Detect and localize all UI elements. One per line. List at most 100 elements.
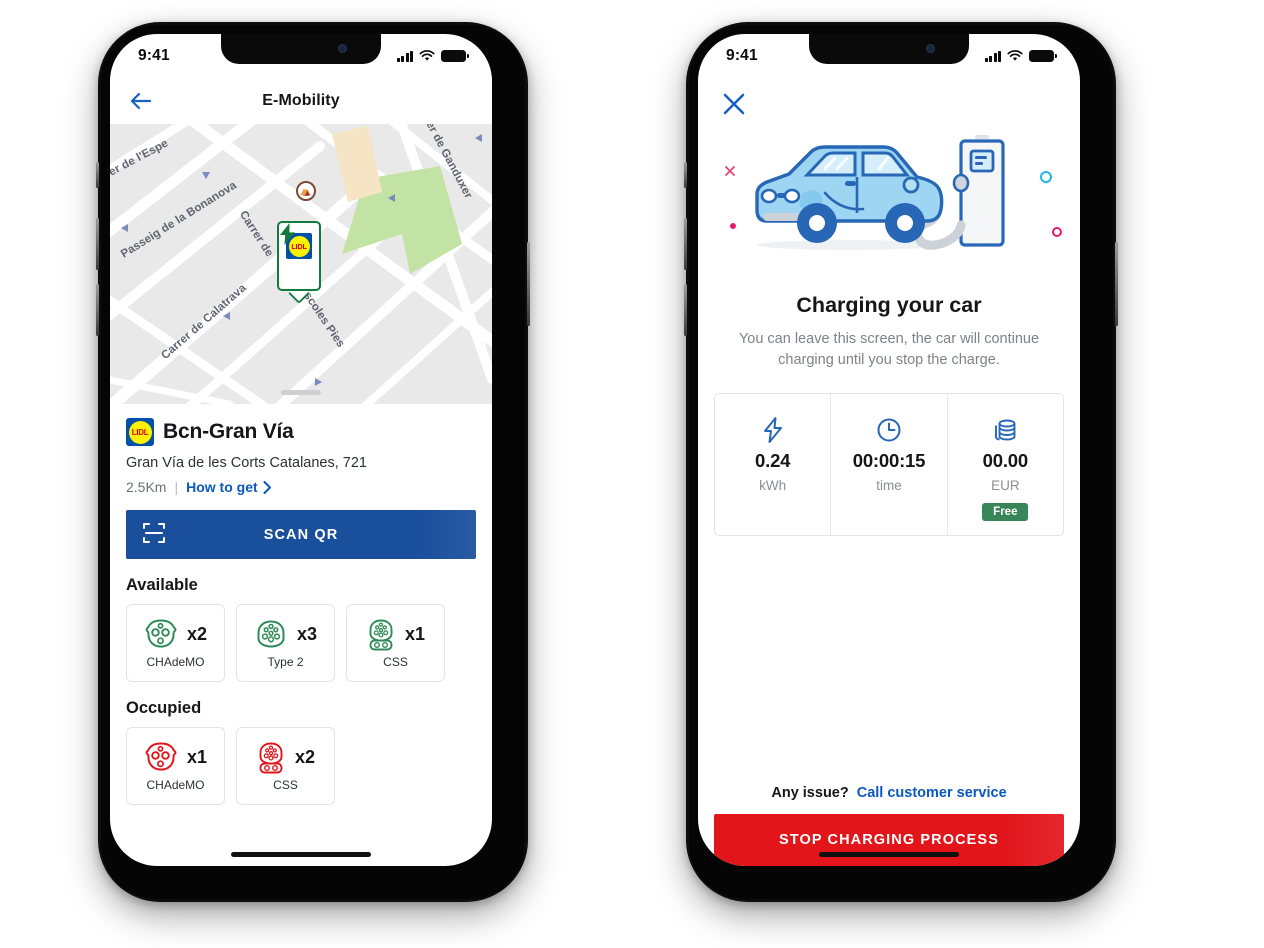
page-title: E-Mobility xyxy=(262,92,340,109)
occupied-connectors-row: x1 CHAdeMO x2 CSS xyxy=(126,727,476,805)
wifi-icon xyxy=(419,50,435,61)
issue-question: Any issue? xyxy=(771,785,849,801)
close-x-icon xyxy=(723,93,745,115)
clock-icon xyxy=(877,418,901,442)
connector-label: CSS xyxy=(273,777,298,792)
status-indicators xyxy=(396,50,469,62)
close-button[interactable] xyxy=(698,78,746,121)
stat-unit: time xyxy=(876,478,902,494)
mute-switch-button[interactable] xyxy=(684,162,687,188)
connector-top: x1 xyxy=(366,618,425,652)
charging-stats-card: 0.24 kWh 00:00:15 time 00.00 EUR Free xyxy=(714,393,1064,537)
stat-cost: 00.00 EUR Free xyxy=(946,394,1063,536)
type2-connector-icon xyxy=(257,619,285,648)
connector-card-ccs-available[interactable]: x1 CSS xyxy=(346,604,445,682)
connector-top: x3 xyxy=(254,618,317,652)
available-connectors-row: x2 CHAdeMO x3 Type 2 x1 CSS xyxy=(126,604,476,682)
cellular-signal-icon xyxy=(396,50,413,62)
volume-down-button[interactable] xyxy=(96,284,99,336)
connector-count: x1 xyxy=(404,624,426,644)
home-indicator[interactable] xyxy=(231,852,371,857)
sheet-drag-handle[interactable] xyxy=(281,390,321,395)
landmark-icon[interactable]: ⛺ xyxy=(296,181,316,201)
dot-pink-icon xyxy=(730,223,736,229)
lidl-logo-text: LIDL xyxy=(128,420,152,444)
stat-time: 00:00:15 time xyxy=(830,394,946,536)
chevron-right-icon xyxy=(263,480,271,494)
stop-charging-button[interactable]: STOP CHARGING PROCESS xyxy=(714,814,1064,866)
call-customer-service-link[interactable]: Call customer service xyxy=(857,785,1007,801)
home-indicator[interactable] xyxy=(819,852,959,857)
volume-up-button[interactable] xyxy=(684,218,687,270)
status-time: 9:41 xyxy=(726,47,758,64)
chademo-connector-icon xyxy=(145,741,177,771)
lidl-logo-icon: LIDL xyxy=(126,418,154,446)
phone-device-left: 9:41 E-Mobility er de l'Espe Passeig de … xyxy=(96,22,530,902)
free-badge: Free xyxy=(982,503,1029,522)
mute-switch-button[interactable] xyxy=(96,162,99,188)
how-to-get-link[interactable]: How to get xyxy=(186,479,272,495)
battery-icon xyxy=(1029,50,1057,62)
stat-unit: kWh xyxy=(759,478,787,494)
power-button[interactable] xyxy=(1115,242,1118,326)
ring-cyan-icon xyxy=(1040,171,1052,183)
connector-card-chademo-available[interactable]: x2 CHAdeMO xyxy=(126,604,225,682)
stat-value: 0.24 xyxy=(755,450,791,472)
phone-screen-right: 9:41 Charging your car You can leave thi… xyxy=(698,34,1080,866)
station-address: Gran Vía de les Corts Catalanes, 721 xyxy=(126,455,367,471)
status-time: 9:41 xyxy=(138,47,170,64)
phone-device-right: 9:41 Charging your car You can leave thi… xyxy=(684,22,1118,902)
connector-card-chademo-occupied[interactable]: x1 CHAdeMO xyxy=(126,727,225,805)
connector-top: x2 xyxy=(144,618,207,652)
station-header: LIDL Bcn-Gran Vía xyxy=(126,418,476,446)
how-to-get-label: How to get xyxy=(186,479,258,495)
wifi-icon xyxy=(1007,50,1023,61)
cross-mark-pink-icon xyxy=(725,166,735,176)
occupied-section-title: Occupied xyxy=(126,699,202,717)
stat-unit: EUR xyxy=(991,478,1020,494)
battery-icon xyxy=(441,50,469,62)
connector-card-type2-available[interactable]: x3 Type 2 xyxy=(236,604,335,682)
connector-top: x1 xyxy=(144,741,207,775)
connector-card-ccs-occupied[interactable]: x2 CSS xyxy=(236,727,335,805)
pin-body: LIDL xyxy=(277,221,321,291)
connector-label: Type 2 xyxy=(267,654,304,669)
scan-qr-label: SCAN QR xyxy=(263,526,339,543)
stat-value: 00.00 xyxy=(982,450,1028,472)
status-bar: 9:41 xyxy=(698,34,1080,78)
electric-car-charging-illustration xyxy=(755,135,1005,250)
connector-count: x1 xyxy=(186,747,208,767)
connector-count: x2 xyxy=(294,747,316,767)
available-section-title: Available xyxy=(126,576,198,594)
station-name: Bcn-Gran Vía xyxy=(163,420,294,443)
volume-down-button[interactable] xyxy=(684,284,687,336)
ccs-connector-icon xyxy=(259,742,283,773)
screenshot-stage: 9:41 E-Mobility er de l'Espe Passeig de … xyxy=(0,0,1264,948)
charging-title: Charging your car xyxy=(796,293,982,317)
charging-subtitle: You can leave this screen, the car will … xyxy=(738,331,1040,369)
station-distance: 2.5Km xyxy=(126,479,167,495)
cellular-signal-icon xyxy=(984,50,1001,62)
coins-icon xyxy=(995,419,1016,441)
power-button[interactable] xyxy=(527,242,530,326)
connector-label: CHAdeMO xyxy=(146,777,205,792)
connector-top: x2 xyxy=(256,741,315,775)
station-info-panel: LIDL Bcn-Gran Vía Gran Vía de les Corts … xyxy=(110,404,492,805)
scan-qr-button[interactable]: SCAN QR xyxy=(126,510,476,559)
ring-pink-icon xyxy=(1052,227,1062,237)
connector-count: x3 xyxy=(296,624,318,644)
illustration-area xyxy=(698,123,1080,273)
status-indicators xyxy=(984,50,1057,62)
connector-label: CSS xyxy=(383,654,408,669)
lightning-bolt-icon xyxy=(763,417,782,444)
ccs-connector-icon xyxy=(369,619,393,650)
stat-energy: 0.24 kWh xyxy=(715,394,830,535)
status-bar: 9:41 xyxy=(110,34,492,78)
volume-up-button[interactable] xyxy=(96,218,99,270)
support-row: Any issue? Call customer service xyxy=(714,785,1064,801)
map-view[interactable]: er de l'Espe Passeig de la Bonanova Carr… xyxy=(110,124,492,404)
station-map-pin[interactable]: LIDL xyxy=(277,221,321,305)
navigation-bar: E-Mobility xyxy=(110,78,492,124)
chademo-connector-icon xyxy=(145,618,177,648)
station-meta-row: 2.5Km | How to get xyxy=(126,479,476,495)
